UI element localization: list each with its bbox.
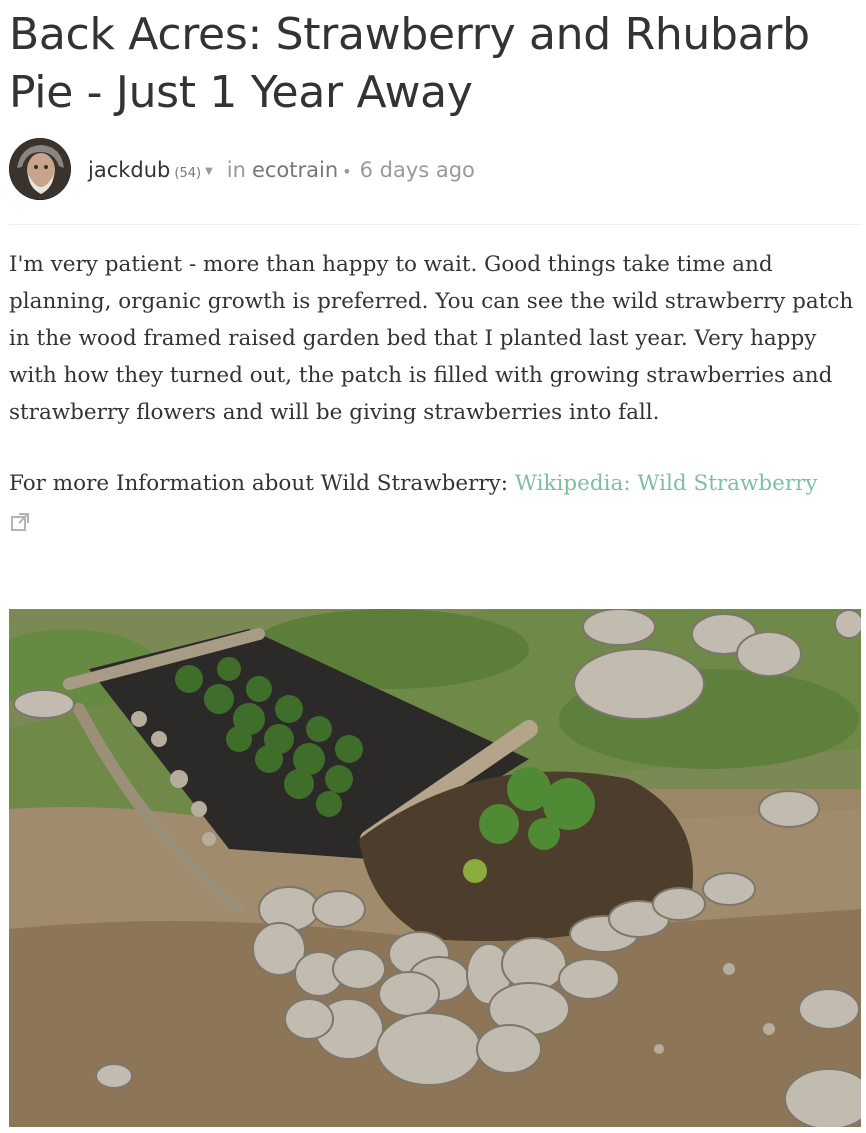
byline-text: jackdub (54) ▼ in ecotrain • 6 days ago [88,156,475,189]
more-info-label: For more Information about Wild Strawber… [9,471,515,496]
in-label: in [226,158,246,182]
external-link-icon[interactable] [9,511,31,533]
post-photo [9,609,861,1127]
byline-divider [9,224,861,225]
post-title: Back Acres: Strawberry and Rhubarb Pie -… [9,9,810,118]
separator-dot: • [342,162,352,181]
author-reputation: (54) [174,166,202,181]
community-link[interactable]: ecotrain [252,156,338,184]
post-byline: jackdub (54) ▼ in ecotrain • 6 days ago [9,138,859,204]
post-paragraph: I'm very patient - more than happy to wa… [9,252,854,425]
post-timestamp: 6 days ago [359,158,475,182]
wikipedia-link[interactable]: Wikipedia: Wild Strawberry [515,471,818,496]
author-avatar[interactable] [9,138,71,200]
author-name[interactable]: jackdub [88,156,170,184]
garden-bed-photo [9,609,861,1127]
more-info-paragraph: For more Information about Wild Strawber… [9,465,861,533]
caret-down-icon[interactable]: ▼ [205,158,213,186]
post-body: I'm very patient - more than happy to wa… [9,246,861,533]
